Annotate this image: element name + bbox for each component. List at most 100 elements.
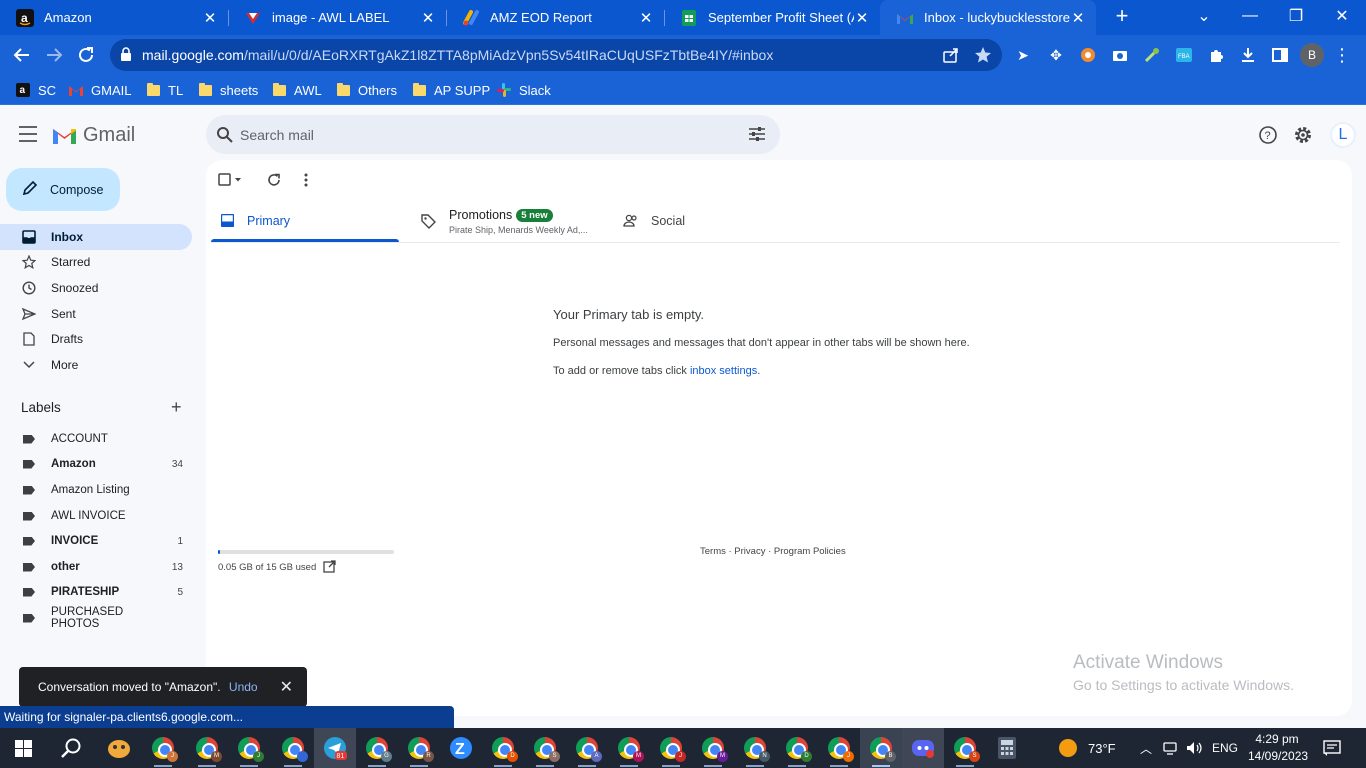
sidebar-item-more[interactable]: More [0,352,192,378]
game-app-icon[interactable] [98,728,140,768]
zoom-icon[interactable]: Z [440,728,482,768]
close-icon[interactable]: ✕ [638,9,654,27]
weather-widget[interactable]: 73°F [1058,728,1116,768]
close-icon[interactable]: ✕ [420,9,436,27]
extensions-puzzle-icon[interactable] [1206,45,1226,65]
chrome-profile-icon[interactable]: J [818,728,860,768]
sidebar-item-inbox[interactable]: Inbox [0,224,192,250]
sidebar-item-sent[interactable]: Sent [0,301,192,327]
more-options-icon[interactable] [296,170,316,190]
extension-dpad-icon[interactable]: ✥ [1046,45,1066,65]
tab-promotions[interactable]: Promotions 5 new [411,200,601,242]
main-menu-icon[interactable] [19,126,37,142]
browser-tab-awl-label[interactable]: image - AWL LABEL ✕ [228,0,446,35]
restore-button[interactable]: ❐ [1274,0,1318,32]
forward-button[interactable] [41,42,67,68]
bookmark-folder-sheets[interactable]: sheets [198,81,258,99]
label-item-purchased-photos[interactable]: PURCHASED PHOTOS [0,606,192,630]
side-panel-icon[interactable] [1270,45,1290,65]
telegram-icon[interactable]: 81 [314,728,356,768]
close-window-button[interactable]: ✕ [1320,0,1364,32]
bookmark-folder-tl[interactable]: TL [146,81,183,99]
search-options-icon[interactable] [748,126,766,147]
calculator-icon[interactable] [986,728,1028,768]
browser-tab-gmail[interactable]: Inbox - luckybucklesstore@g ✕ [880,0,1096,35]
chrome-profile-icon[interactable]: M [186,728,228,768]
sidebar-item-drafts[interactable]: Drafts [0,326,192,352]
chrome-profile-icon[interactable]: S [944,728,986,768]
label-item-awl-invoice[interactable]: AWL INVOICE [0,504,192,528]
clock[interactable]: 4:29 pm 14/09/2023 [1248,731,1308,765]
bookmark-folder-awl[interactable]: AWL [272,81,322,99]
gear-icon[interactable] [1292,124,1314,146]
bookmark-sc[interactable]: a SC [16,81,56,99]
address-bar[interactable]: mail.google.com/mail/u/0/d/AEoRXRTgAkZ1l… [110,39,1002,71]
windows-start-icon[interactable] [2,728,44,768]
browser-tab-amazon[interactable]: a Amazon ✕ [0,0,228,35]
label-item-amazon-listing[interactable]: Amazon Listing [0,478,192,502]
chrome-profile-icon[interactable]: J [142,728,184,768]
gmail-logo[interactable]: Gmail [52,124,135,147]
select-all-checkbox[interactable] [217,170,245,190]
chrome-profile-icon[interactable]: S [524,728,566,768]
undo-button[interactable]: Undo [229,680,258,694]
refresh-button[interactable] [264,170,284,190]
extension-circle-icon[interactable] [1078,45,1098,65]
search-icon[interactable] [50,728,92,768]
discord-icon[interactable] [902,728,944,768]
sidebar-item-snoozed[interactable]: Snoozed [0,275,192,301]
browser-tab-eod-report[interactable]: AMZ EOD Report ✕ [446,0,664,35]
label-item-other[interactable]: other 13 [0,555,192,579]
browser-menu-icon[interactable]: ⋮ [1332,45,1352,65]
volume-icon[interactable] [1186,728,1204,768]
network-icon[interactable] [1163,728,1179,768]
profile-avatar[interactable]: B [1300,43,1324,67]
add-label-button[interactable]: + [171,397,182,418]
chrome-profile-icon[interactable] [272,728,314,768]
reload-button[interactable] [73,42,99,68]
close-icon[interactable]: ✕ [854,9,870,27]
label-item-amazon[interactable]: Amazon 34 [0,452,192,476]
bookmark-star-icon[interactable] [974,46,992,64]
inbox-settings-link[interactable]: inbox settings [690,365,757,377]
search-icon[interactable] [216,126,233,148]
chrome-profile-icon[interactable]: J [650,728,692,768]
chrome-profile-icon[interactable]: G [356,728,398,768]
tab-social[interactable]: Social [613,200,793,242]
extension-fba-icon[interactable]: FBA [1174,45,1194,65]
close-icon[interactable]: ✕ [1070,9,1086,27]
bookmark-folder-ap-supp[interactable]: AP SUPP [412,81,490,99]
browser-tab-profit-sheet[interactable]: September Profit Sheet (AMA ✕ [664,0,880,35]
chrome-profile-icon[interactable]: A [566,728,608,768]
language-indicator[interactable]: ENG [1212,728,1238,768]
chrome-profile-icon[interactable]: D [776,728,818,768]
external-link-icon[interactable] [323,560,336,578]
chevron-up-icon[interactable]: ︿ [1140,728,1152,768]
help-icon[interactable]: ? [1257,124,1279,146]
chrome-profile-icon[interactable]: M [608,728,650,768]
close-icon[interactable]: ✕ [280,677,293,697]
extension-arrow-icon[interactable]: ➤ [1013,45,1033,65]
extension-camera-icon[interactable] [1110,45,1130,65]
chrome-profile-icon[interactable]: R [398,728,440,768]
tab-primary[interactable]: Primary [211,200,399,242]
bookmark-slack[interactable]: Slack [497,81,551,99]
sidebar-item-starred[interactable]: Starred [0,249,192,275]
notifications-icon[interactable] [1323,728,1341,768]
search-input[interactable] [240,124,720,145]
label-item-account[interactable]: ACCOUNT [0,427,192,451]
share-icon[interactable] [942,46,960,64]
minimize-button[interactable]: — [1228,0,1272,32]
account-avatar[interactable]: L [1330,122,1356,148]
download-icon[interactable] [1238,45,1258,65]
chrome-profile-icon[interactable]: M [692,728,734,768]
label-item-invoice[interactable]: INVOICE 1 [0,529,192,553]
compose-button[interactable]: Compose [6,168,120,211]
label-item-pirateship[interactable]: PIRATESHIP 5 [0,580,192,604]
back-button[interactable] [9,42,35,68]
chrome-profile-icon[interactable]: D [482,728,524,768]
bookmark-folder-others[interactable]: Others [336,81,397,99]
bookmark-gmail[interactable]: GMAIL [69,81,131,99]
chrome-profile-icon-active[interactable]: B [860,728,902,768]
chrome-profile-icon[interactable]: J [228,728,270,768]
